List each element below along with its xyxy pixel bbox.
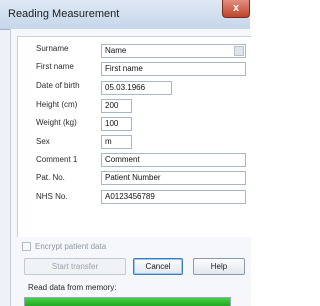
comment-1-label: Comment 1 bbox=[36, 155, 78, 164]
nhs-number-label: NHS No. bbox=[36, 192, 68, 201]
sex-label: Sex bbox=[36, 137, 50, 146]
surname-label: Surname bbox=[36, 44, 69, 53]
encrypt-label: Encrypt patient data bbox=[35, 242, 107, 251]
encrypt-checkbox[interactable] bbox=[22, 242, 31, 251]
height-label: Height (cm) bbox=[36, 100, 78, 109]
date-of-birth-field[interactable]: 05.03.1966 bbox=[101, 81, 172, 95]
nhs-number-field[interactable]: A0123456789 bbox=[101, 190, 246, 204]
weight-field[interactable]: 100 bbox=[101, 117, 132, 131]
progress-label: Read data from memory: bbox=[28, 283, 117, 292]
height-field[interactable]: 200 bbox=[101, 99, 132, 113]
weight-label: Weight (kg) bbox=[36, 118, 77, 127]
patient-number-label: Pat. No. bbox=[36, 173, 65, 182]
date-of-birth-label: Date of birth bbox=[36, 81, 80, 90]
comment-1-field[interactable]: Comment bbox=[101, 153, 246, 167]
sex-field[interactable]: m bbox=[101, 135, 132, 149]
dialog-title: Reading Measurement bbox=[8, 8, 120, 20]
help-button[interactable]: Help bbox=[193, 258, 245, 275]
surname-dropdown-button[interactable] bbox=[234, 46, 244, 56]
surname-field[interactable]: Name bbox=[101, 44, 246, 58]
cancel-button[interactable]: Cancel bbox=[133, 258, 183, 275]
patient-number-field[interactable]: Patient Number bbox=[101, 171, 246, 185]
first-name-label: First name bbox=[36, 62, 74, 71]
title-bar[interactable]: Reading Measurement x bbox=[0, 0, 250, 30]
first-name-field[interactable]: First name bbox=[101, 62, 246, 76]
progress-fill bbox=[25, 298, 230, 306]
close-icon: x bbox=[232, 2, 240, 14]
start-transfer-button[interactable]: Start transfer bbox=[24, 258, 126, 275]
progress-bar bbox=[24, 297, 231, 306]
close-button[interactable]: x bbox=[222, 0, 250, 18]
reading-measurement-dialog: Reading Measurement x Surname Name First… bbox=[0, 0, 251, 306]
